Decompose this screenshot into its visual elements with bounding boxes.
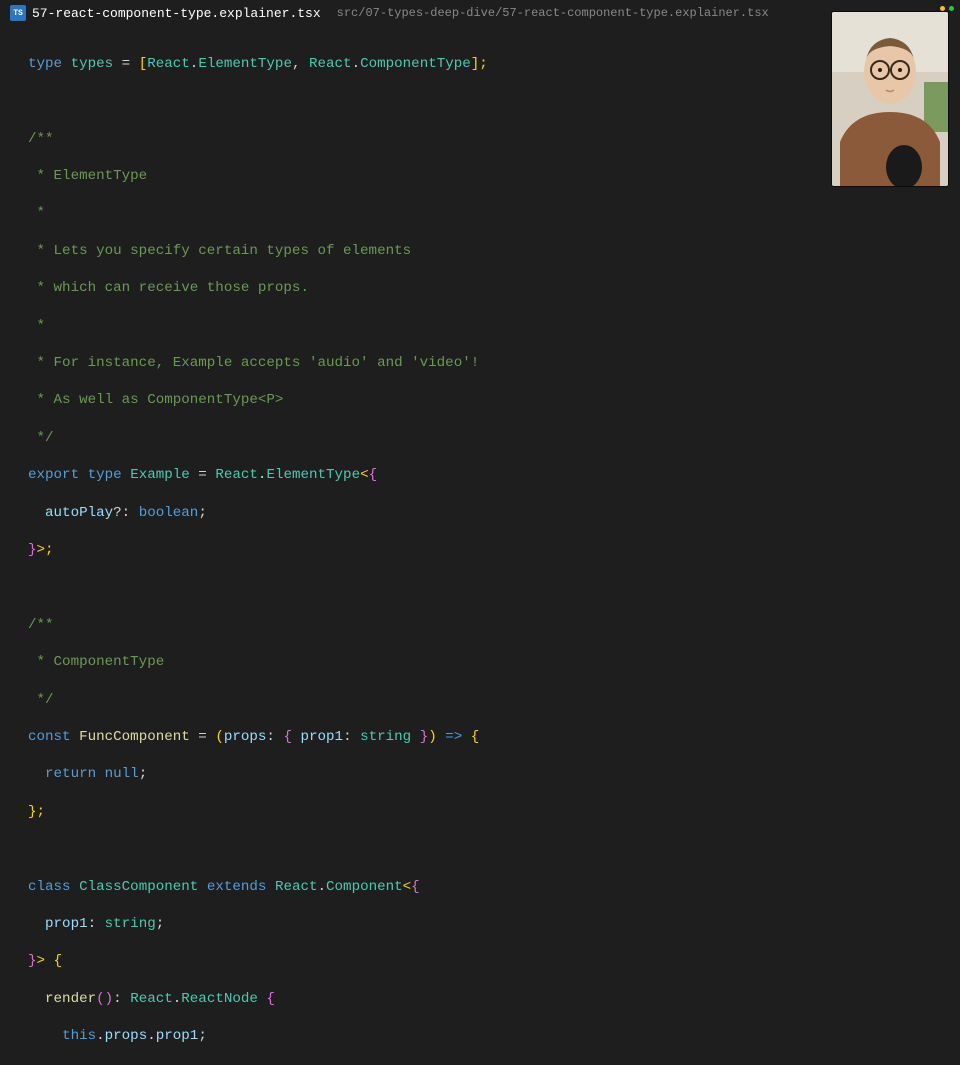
code-line: this.props.prop1; (28, 1027, 960, 1046)
code-line: * (28, 204, 960, 223)
code-line: /** (28, 130, 960, 149)
code-line: * which can receive those props. (28, 279, 960, 298)
editor-tab[interactable]: TS 57-react-component-type.explainer.tsx (0, 0, 331, 26)
code-line: * ComponentType (28, 653, 960, 672)
typescript-icon: TS (10, 5, 26, 21)
code-line: const FuncComponent = (props: { prop1: s… (28, 728, 960, 747)
code-line: */ (28, 429, 960, 448)
code-line (28, 578, 960, 597)
code-line (28, 840, 960, 859)
presenter-illustration (832, 12, 948, 186)
code-line: }> { (28, 952, 960, 971)
code-line: prop1: string; (28, 915, 960, 934)
code-line (28, 92, 960, 111)
code-editor[interactable]: type types = [React.ElementType, React.C… (0, 26, 960, 1065)
code-line: }>; (28, 541, 960, 560)
code-line: * For instance, Example accepts 'audio' … (28, 354, 960, 373)
code-line: class ClassComponent extends React.Compo… (28, 878, 960, 897)
breadcrumb-path: src/07-types-deep-dive/57-react-componen… (331, 6, 769, 20)
code-line: }; (28, 803, 960, 822)
code-line: * (28, 317, 960, 336)
code-line: */ (28, 691, 960, 710)
tab-bar: TS 57-react-component-type.explainer.tsx… (0, 0, 960, 26)
code-line: * Lets you specify certain types of elem… (28, 242, 960, 261)
code-line: /** (28, 616, 960, 635)
code-line: autoPlay?: boolean; (28, 504, 960, 523)
tab-filename: 57-react-component-type.explainer.tsx (32, 6, 321, 21)
code-line: return null; (28, 765, 960, 784)
code-line: render(): React.ReactNode { (28, 990, 960, 1009)
code-line: * As well as ComponentType<P> (28, 391, 960, 410)
code-line: * ElementType (28, 167, 960, 186)
code-line: type types = [React.ElementType, React.C… (28, 55, 960, 74)
window-controls (940, 6, 954, 11)
code-line: export type Example = React.ElementType<… (28, 466, 960, 485)
presenter-webcam (832, 12, 948, 186)
